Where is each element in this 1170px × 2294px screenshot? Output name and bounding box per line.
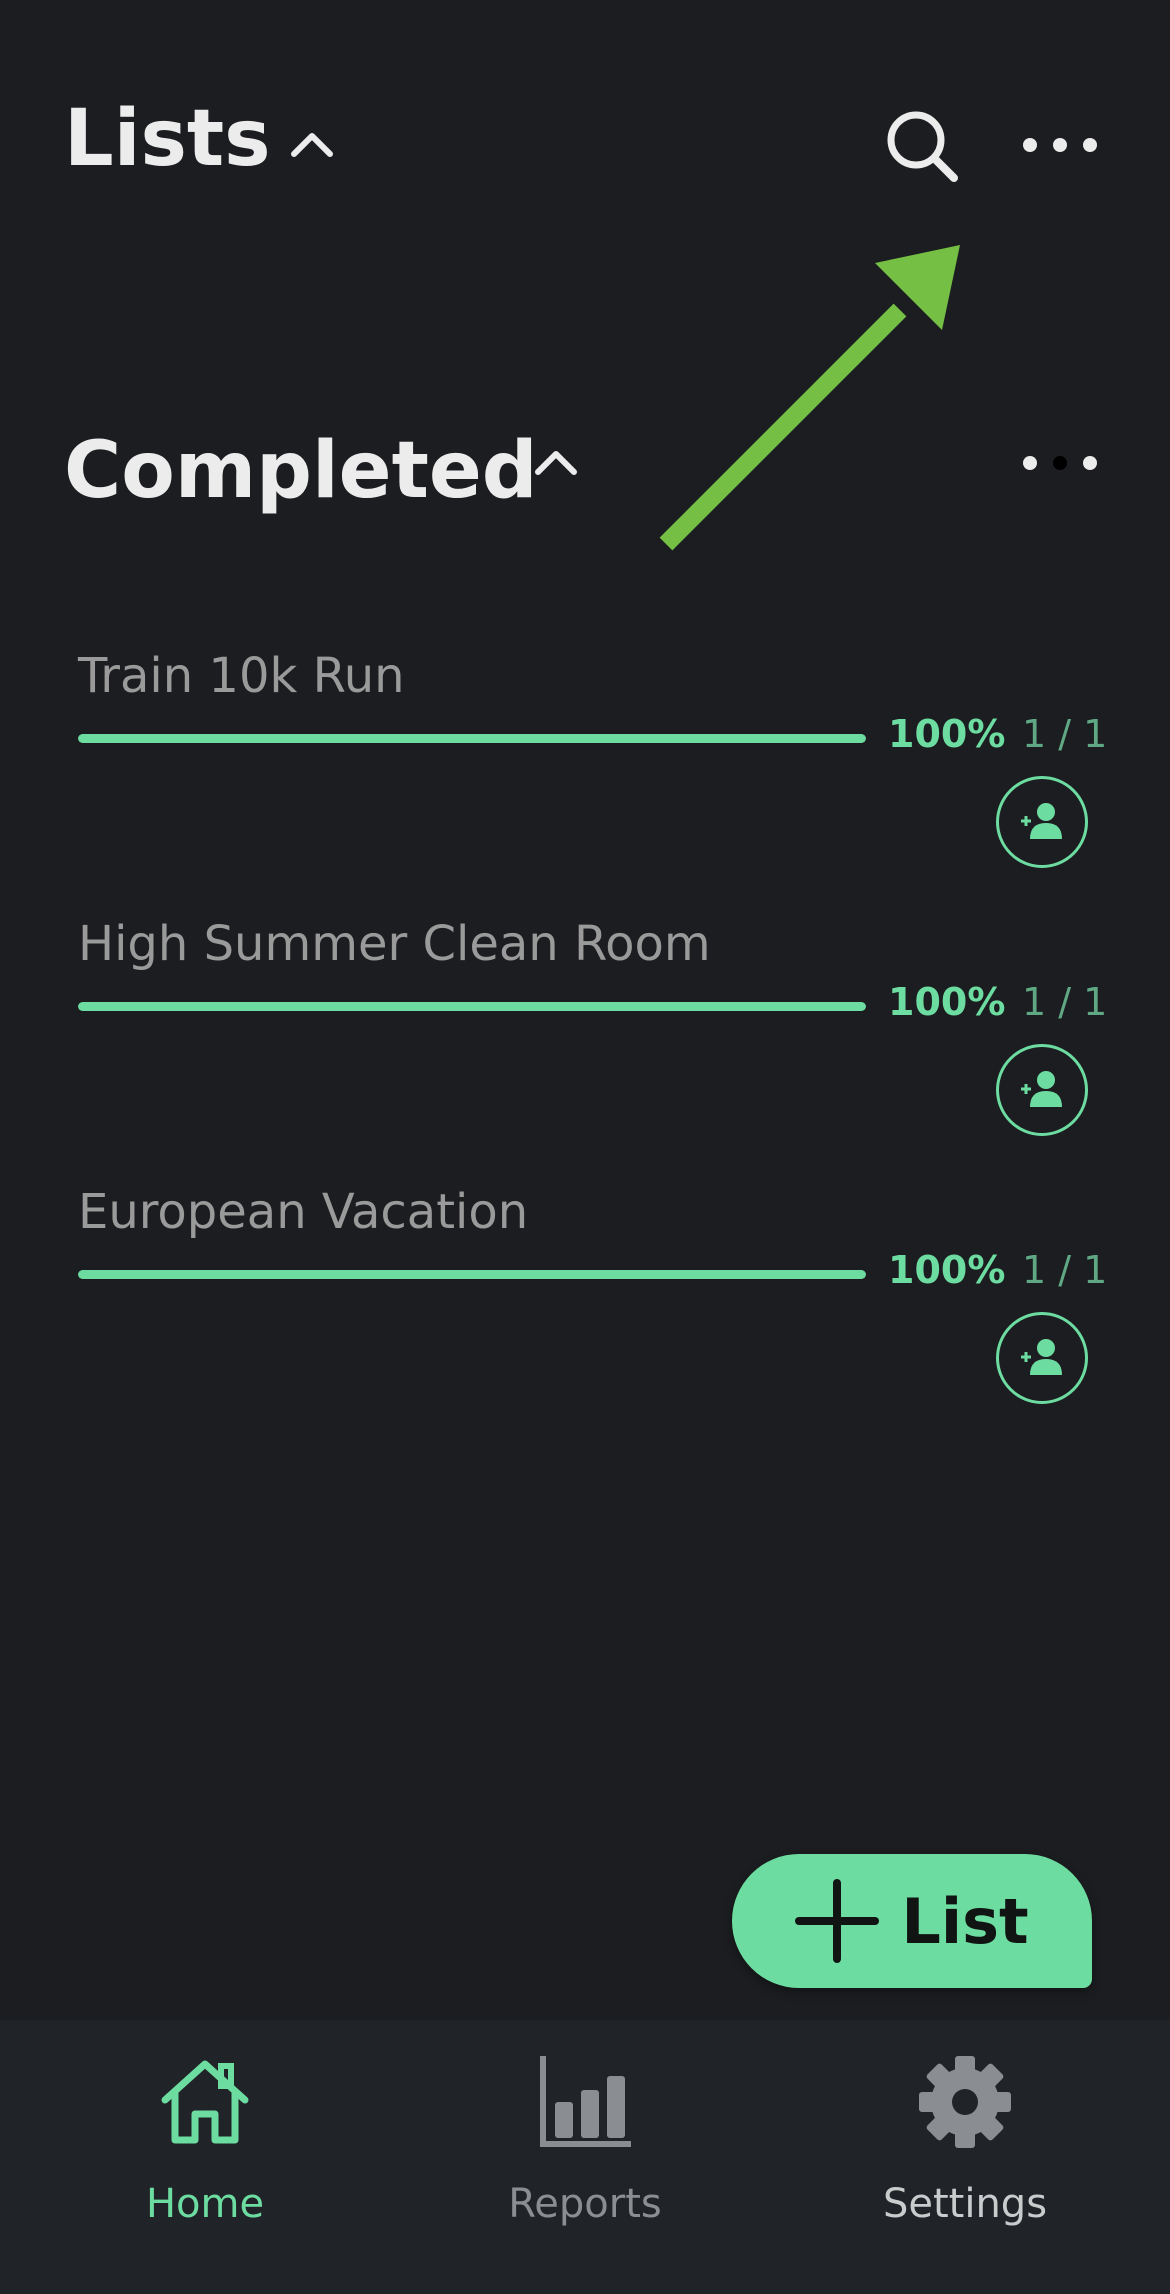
chevron-up-icon[interactable] (290, 122, 334, 166)
add-list-label: List (901, 1884, 1029, 1958)
bottom-nav: Home Reports Settings (0, 2020, 1170, 2294)
section-title: Completed (64, 426, 538, 516)
nav-settings[interactable]: Settings (770, 2020, 1160, 2294)
progress-bar (78, 1270, 866, 1279)
add-user-icon (1021, 1339, 1062, 1375)
progress-percent: 100% (888, 712, 1006, 756)
home-icon (161, 2060, 249, 2144)
list-item[interactable]: Train 10k Run 100% 1 / 1 (0, 648, 1170, 908)
nav-reports[interactable]: Reports (390, 2020, 780, 2294)
more-horizontal-icon[interactable] (1020, 128, 1100, 162)
progress-bar (78, 734, 866, 743)
list-item[interactable]: High Summer Clean Room 100% 1 / 1 (0, 916, 1170, 1176)
nav-label: Home (145, 2181, 265, 2227)
list-name: High Summer Clean Room (78, 916, 711, 972)
annotation-arrow (659, 245, 960, 551)
chevron-up-icon[interactable] (534, 440, 578, 484)
progress-count: 1 / 1 (1022, 712, 1108, 756)
add-list-button[interactable]: List (732, 1854, 1092, 1988)
list-name: Train 10k Run (78, 648, 405, 704)
more-horizontal-icon[interactable] (1020, 446, 1100, 480)
progress-percent: 100% (888, 980, 1006, 1024)
gear-icon (919, 2056, 1011, 2148)
nav-home[interactable]: Home (10, 2020, 400, 2294)
add-user-button[interactable] (996, 1312, 1088, 1404)
bar-chart-icon (540, 2056, 631, 2147)
progress-count: 1 / 1 (1022, 980, 1108, 1024)
add-user-button[interactable] (996, 776, 1088, 868)
progress-count: 1 / 1 (1022, 1248, 1108, 1292)
nav-label: Reports (508, 2181, 662, 2227)
progress-bar (78, 1002, 866, 1011)
nav-label: Settings (882, 2181, 1048, 2227)
list-name: European Vacation (78, 1184, 529, 1240)
progress-percent: 100% (888, 1248, 1006, 1292)
add-user-button[interactable] (996, 1044, 1088, 1136)
search-icon[interactable] (882, 106, 962, 186)
plus-icon (795, 1879, 880, 1963)
list-item[interactable]: European Vacation 100% 1 / 1 (0, 1184, 1170, 1444)
add-user-icon (1021, 803, 1062, 839)
page-title: Lists (64, 94, 271, 184)
add-user-icon (1021, 1071, 1062, 1107)
